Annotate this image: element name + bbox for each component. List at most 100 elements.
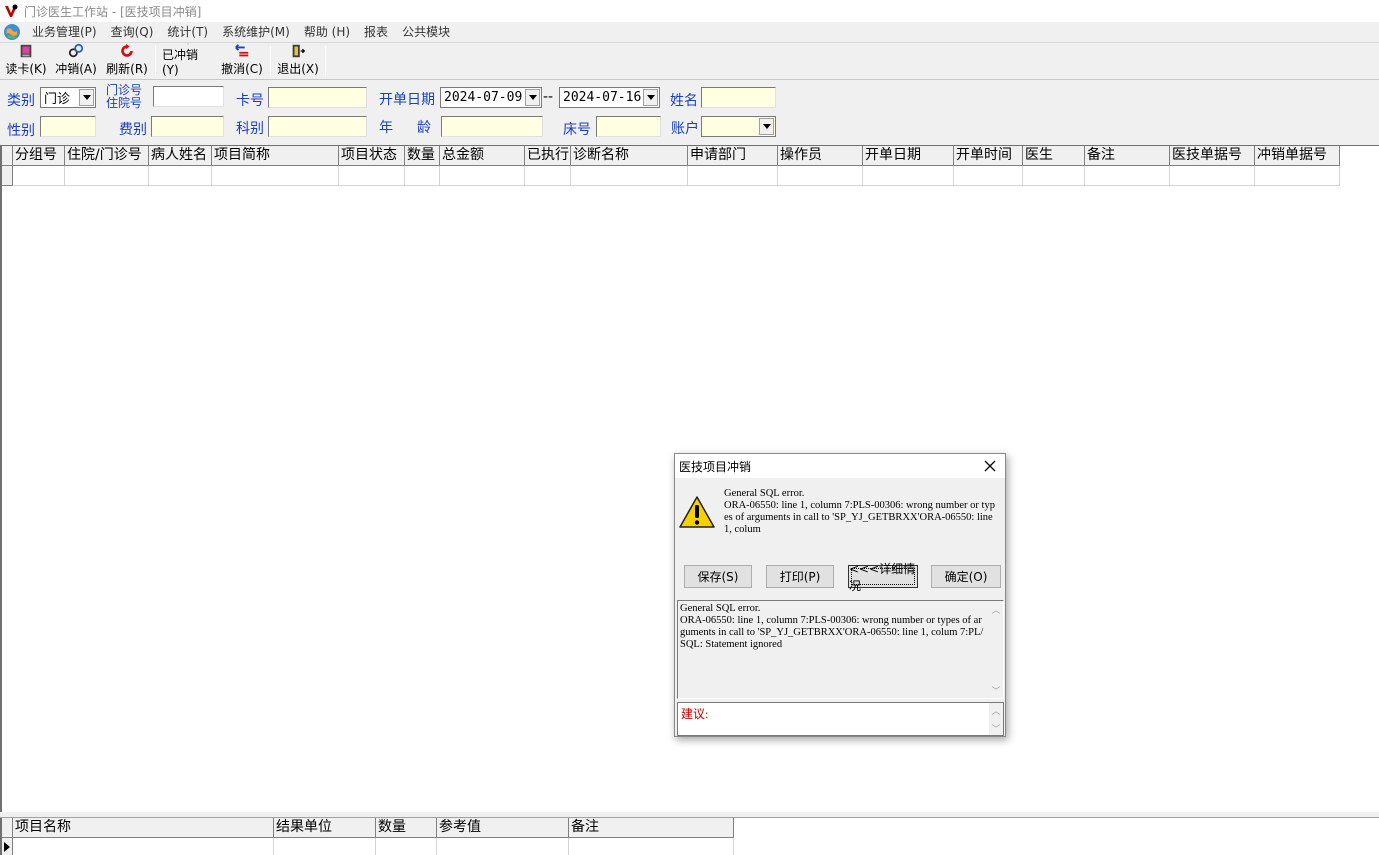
- main-column-header[interactable]: 备注: [1085, 146, 1170, 166]
- refresh-button[interactable]: 刷新(R): [102, 43, 152, 79]
- main-column-header[interactable]: 已执行: [525, 146, 571, 166]
- age-input[interactable]: [441, 116, 543, 137]
- ok-button[interactable]: 确定(O): [931, 565, 1001, 588]
- main-column-header[interactable]: 医生: [1023, 146, 1085, 166]
- chevron-down-icon[interactable]: [79, 89, 94, 106]
- detail-grid[interactable]: 项目名称 结果单位 数量 参考值 备注: [0, 818, 1379, 855]
- detail-column-header[interactable]: 数量: [376, 818, 437, 838]
- menu-reports[interactable]: 报表: [357, 22, 395, 42]
- scroll-down-icon[interactable]: ﹀: [991, 723, 1001, 735]
- gender-input[interactable]: [40, 116, 96, 137]
- main-column-header[interactable]: 项目状态: [339, 146, 405, 166]
- main-column-header[interactable]: 总金额: [440, 146, 525, 166]
- row-indicator[interactable]: [2, 838, 13, 855]
- toolbar-separator: [325, 46, 326, 76]
- dept-label: 科别: [236, 121, 264, 137]
- menu-system-maintenance[interactable]: 系统维护(M): [215, 22, 297, 42]
- name-input[interactable]: [701, 87, 776, 108]
- table-cell[interactable]: [1023, 166, 1085, 186]
- main-column-header[interactable]: 住院/门诊号: [65, 146, 149, 166]
- table-cell[interactable]: [571, 166, 688, 186]
- exit-button[interactable]: 退出(X): [274, 43, 322, 79]
- detail-column-header[interactable]: 结果单位: [274, 818, 376, 838]
- table-cell[interactable]: [13, 838, 274, 855]
- table-cell[interactable]: [339, 166, 405, 186]
- fee-type-input[interactable]: [151, 116, 224, 137]
- detail-scrollbar[interactable]: ︿ ﹀: [989, 601, 1003, 698]
- menu-business[interactable]: 业务管理(P): [25, 22, 104, 42]
- table-cell[interactable]: [1255, 166, 1340, 186]
- table-row[interactable]: [2, 838, 734, 855]
- table-cell[interactable]: [525, 166, 571, 186]
- save-button[interactable]: 保存(S): [684, 565, 752, 588]
- menu-help[interactable]: 帮助 (H): [297, 22, 357, 42]
- account-select[interactable]: [701, 116, 776, 137]
- main-column-header[interactable]: 开单日期: [863, 146, 954, 166]
- bed-input[interactable]: [596, 116, 661, 137]
- reverse-icon: [68, 43, 84, 58]
- main-column-header[interactable]: 数量: [405, 146, 440, 166]
- reversed-icon: [187, 43, 189, 45]
- table-cell[interactable]: [274, 838, 376, 855]
- cancel-button[interactable]: 撤消(C): [217, 43, 267, 79]
- table-cell[interactable]: [65, 166, 149, 186]
- table-cell[interactable]: [863, 166, 954, 186]
- table-cell[interactable]: [1085, 166, 1170, 186]
- close-icon[interactable]: [981, 457, 999, 475]
- table-cell[interactable]: [13, 166, 65, 186]
- chevron-down-icon[interactable]: [525, 89, 540, 106]
- scroll-up-icon[interactable]: ︿: [991, 705, 1001, 717]
- globe-icon[interactable]: [3, 23, 21, 41]
- table-cell[interactable]: [778, 166, 863, 186]
- main-column-header[interactable]: 冲销单据号: [1255, 146, 1340, 166]
- scroll-down-icon[interactable]: ﹀: [991, 685, 1001, 697]
- outpatient-no-input[interactable]: [153, 86, 224, 107]
- main-column-header[interactable]: 申请部门: [688, 146, 778, 166]
- date-to-picker[interactable]: 2024-07-16: [559, 87, 660, 108]
- dept-input[interactable]: [268, 116, 367, 137]
- main-column-header[interactable]: 项目简称: [212, 146, 339, 166]
- menu-query[interactable]: 查询(Q): [104, 22, 161, 42]
- advice-box[interactable]: 建议: ︿ ﹀: [677, 702, 1004, 736]
- table-cell[interactable]: [437, 838, 569, 855]
- detail-column-header[interactable]: 参考值: [437, 818, 569, 838]
- details-toggle-button[interactable]: <<<详细情况: [848, 562, 918, 593]
- main-column-header[interactable]: 开单时间: [954, 146, 1023, 166]
- table-cell[interactable]: [376, 838, 437, 855]
- main-column-header[interactable]: 医技单据号: [1170, 146, 1255, 166]
- row-indicator[interactable]: [2, 166, 13, 186]
- main-column-header[interactable]: 操作员: [778, 146, 863, 166]
- detail-column-header[interactable]: 项目名称: [13, 818, 274, 838]
- row-pointer-icon: [4, 842, 10, 852]
- advice-label: 建议:: [681, 707, 709, 721]
- table-cell[interactable]: [569, 838, 734, 855]
- menu-public-modules[interactable]: 公共模块: [395, 22, 457, 42]
- main-column-header[interactable]: 诊断名称: [571, 146, 688, 166]
- advice-scrollbar[interactable]: ︿ ﹀: [989, 703, 1003, 735]
- reversed-button[interactable]: 已冲销(Y): [159, 43, 217, 79]
- table-cell[interactable]: [440, 166, 525, 186]
- error-detail-box[interactable]: General SQL error. ORA-06550: line 1, co…: [677, 600, 1004, 699]
- table-cell[interactable]: [212, 166, 339, 186]
- table-row[interactable]: [2, 166, 1340, 186]
- table-cell[interactable]: [149, 166, 212, 186]
- read-card-button[interactable]: 读卡(K): [2, 43, 50, 79]
- table-cell[interactable]: [688, 166, 778, 186]
- scroll-up-icon[interactable]: ︿: [991, 604, 1001, 616]
- reverse-button[interactable]: 冲销(A): [50, 43, 102, 79]
- table-cell[interactable]: [405, 166, 440, 186]
- row-indicator-header: [2, 818, 13, 838]
- category-select[interactable]: 门诊: [40, 87, 96, 108]
- card-no-input[interactable]: [268, 87, 367, 108]
- main-column-header[interactable]: 分组号: [13, 146, 65, 166]
- detail-column-header[interactable]: 备注: [569, 818, 734, 838]
- chevron-down-icon[interactable]: [643, 89, 658, 106]
- chevron-down-icon[interactable]: [759, 118, 774, 135]
- table-cell[interactable]: [1170, 166, 1255, 186]
- main-column-header[interactable]: 病人姓名: [149, 146, 212, 166]
- date-from-picker[interactable]: 2024-07-09: [440, 87, 542, 108]
- gender-label: 性别: [7, 123, 35, 139]
- table-cell[interactable]: [954, 166, 1023, 186]
- print-button[interactable]: 打印(P): [766, 565, 834, 588]
- menu-statistics[interactable]: 统计(T): [160, 22, 215, 42]
